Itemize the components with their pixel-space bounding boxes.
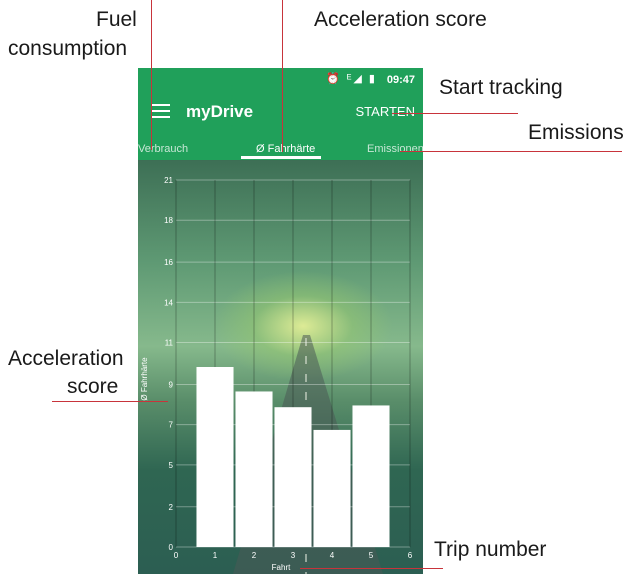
- annotation-fuel-line2: consumption: [8, 37, 128, 60]
- x-tick-label: 3: [291, 551, 296, 560]
- bar-trip-4: [313, 429, 351, 547]
- tab-fuel-consumption[interactable]: Verbrauch: [138, 143, 188, 155]
- y-tick-label: 18: [164, 216, 173, 225]
- x-tick-label: 5: [369, 551, 374, 560]
- x-tick-label: 6: [408, 551, 413, 560]
- x-tick-label: 1: [213, 551, 218, 560]
- emissions-annotation-line: [400, 151, 622, 152]
- acceleration-left-annotation-line: [52, 401, 168, 402]
- bar-trip-2: [235, 391, 273, 547]
- annotation-trip-number: Trip number: [434, 538, 547, 561]
- y-tick-label: 11: [165, 339, 174, 348]
- annotation-fuel-line1: Fuel: [96, 8, 137, 31]
- app-title: myDrive: [186, 102, 254, 121]
- bar-trip-5: [352, 405, 390, 547]
- app-bar: ⏰ ᴱ◢ ▮ 09:47 myDrive STARTEN Verbrauch Ø…: [138, 68, 423, 160]
- y-axis-ticks: 025791114161821: [164, 176, 173, 552]
- y-axis-title: Ø Fahrhärte: [140, 357, 149, 401]
- y-tick-label: 7: [169, 421, 174, 430]
- y-tick-label: 21: [164, 176, 173, 185]
- phone-screen: ⏰ ᴱ◢ ▮ 09:47 myDrive STARTEN Verbrauch Ø…: [138, 68, 423, 574]
- y-tick-label: 9: [169, 380, 174, 389]
- status-time: 09:47: [386, 74, 415, 86]
- annotation-acceleration-left-line1: Acceleration: [8, 347, 124, 370]
- status-icons: ⏰ ᴱ◢ ▮: [326, 73, 377, 85]
- tab-selected-indicator: [241, 156, 321, 159]
- annotation-acceleration-left-line2: score: [67, 375, 119, 398]
- status-bar: ⏰ ᴱ◢ ▮ 09:47: [138, 68, 423, 92]
- y-tick-label: 5: [169, 461, 174, 470]
- fuel-annotation-line: [151, 0, 152, 150]
- x-axis-title: Fahrt: [272, 563, 291, 572]
- tab-acceleration-score[interactable]: Ø Fahrhärte: [256, 143, 315, 155]
- annotation-acceleration-top: Acceleration score: [314, 8, 487, 31]
- hamburger-menu-icon[interactable]: [152, 104, 170, 118]
- x-tick-label: 4: [330, 551, 335, 560]
- bar-chart: 025791114161821 0123456 Ø Fahrhärte Fahr…: [140, 176, 413, 572]
- annotation-start-tracking: Start tracking: [439, 76, 563, 99]
- x-tick-label: 0: [174, 551, 179, 560]
- y-tick-label: 2: [169, 503, 174, 512]
- start-tracking-button[interactable]: STARTEN: [356, 104, 415, 119]
- trip-number-annotation-line: [300, 568, 443, 569]
- y-tick-label: 14: [164, 298, 173, 307]
- x-axis-ticks: 0 1 2 3 4 5 6: [174, 551, 413, 560]
- bar-trip-1: [196, 366, 234, 547]
- x-tick-label: 2: [252, 551, 257, 560]
- start-tracking-annotation-line: [392, 113, 518, 114]
- acceleration-top-annotation-line: [282, 0, 283, 152]
- tab-emissions[interactable]: Emissionen: [367, 143, 423, 155]
- chart-area: 0 2 5 7 9 11 14 16 18 21 0123456 Ø Fahrhärte Fahr…: [138, 160, 423, 574]
- bar-trip-3: [274, 407, 312, 547]
- y-tick-label: 16: [164, 258, 173, 267]
- annotation-emissions: Emissions: [528, 121, 624, 144]
